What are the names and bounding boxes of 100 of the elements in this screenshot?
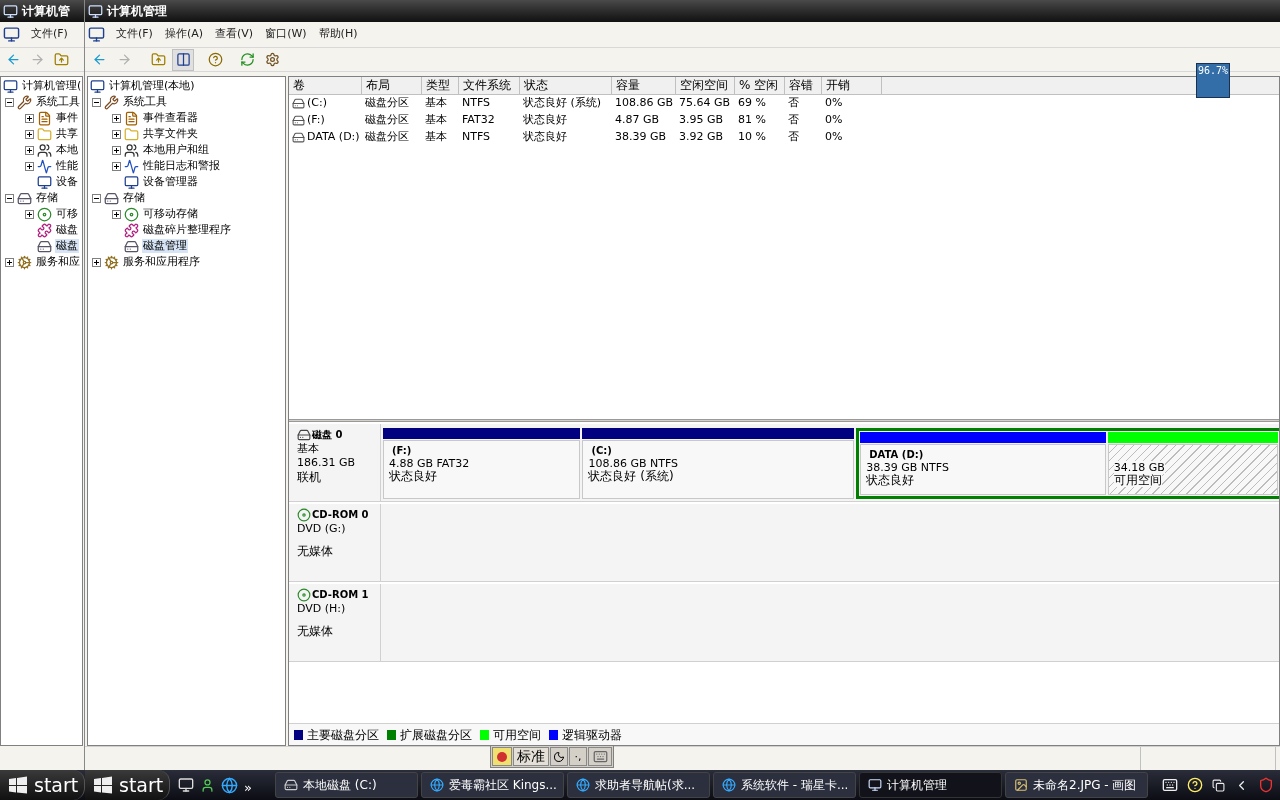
tree-toggle-icon[interactable] (172, 48, 194, 71)
tree-item[interactable]: 服务和应 (35, 255, 81, 269)
start-button[interactable]: start (0, 770, 85, 800)
partition-block[interactable]: DATA (D:) 38.39 GB NTFS 状态良好 (860, 444, 1106, 495)
tree-item[interactable]: 设备管理器 (142, 175, 199, 189)
extended-partition[interactable]: DATA (D:) 38.39 GB NTFS 状态良好 34.18 GB 可用空间 (856, 428, 1279, 499)
column-header[interactable]: 开销 (822, 77, 882, 94)
drive-icon (292, 114, 305, 127)
taskbar-button[interactable]: 系统软件 - 瑞星卡... (713, 772, 856, 798)
tree-item[interactable]: 事件 (55, 111, 79, 125)
table-cell: 0% (825, 129, 843, 146)
expand-toggle[interactable] (92, 193, 101, 203)
tree-item[interactable]: 计算机管理(本地) (108, 79, 196, 93)
tree-item[interactable]: 磁盘 (55, 239, 79, 253)
column-header[interactable]: 状态 (520, 77, 612, 94)
expand-toggle[interactable] (5, 193, 14, 203)
expand-toggle[interactable] (92, 97, 101, 107)
ime-mode-button[interactable]: 标准 (513, 747, 549, 766)
help-icon[interactable] (1187, 777, 1203, 793)
column-header[interactable]: 容错 (785, 77, 822, 94)
menu-item[interactable]: 查看(V) (210, 26, 259, 43)
column-header[interactable]: 布局 (362, 77, 422, 94)
menu-item[interactable]: 文件(F) (111, 26, 158, 43)
gear-icon (17, 254, 32, 270)
computer-icon (37, 174, 52, 190)
computer-icon (88, 26, 105, 43)
ime-logo-icon[interactable] (492, 747, 512, 766)
partition-block[interactable]: (C:) 108.86 GB NTFS 状态良好 (系统) (582, 440, 855, 499)
partition-block[interactable]: (F:) 4.88 GB FAT32 状态良好 (383, 440, 581, 499)
tree-item[interactable]: 设备 (55, 175, 79, 189)
person-icon[interactable] (200, 777, 215, 793)
tree-item[interactable]: 服务和应用程序 (122, 255, 201, 269)
table-cell: 3.95 GB (679, 112, 724, 129)
column-header[interactable]: 类型 (422, 77, 459, 94)
expand-toggle[interactable] (25, 113, 34, 123)
windows-logo-icon (93, 776, 113, 794)
start-button[interactable]: start (85, 770, 170, 800)
browser-icon (576, 778, 590, 792)
tree-item[interactable]: 磁盘管理 (142, 239, 188, 253)
column-header[interactable]: 空闲空间 (676, 77, 735, 94)
tree-item[interactable]: 系统工具 (122, 95, 168, 109)
expand-toggle[interactable] (25, 209, 34, 219)
column-header[interactable]: 卷 (289, 77, 362, 94)
menu-item[interactable]: 窗口(W) (260, 26, 312, 43)
browser-icon (722, 778, 736, 792)
expand-toggle[interactable] (25, 129, 34, 139)
tree-item[interactable]: 可移动存储 (142, 207, 199, 221)
column-header[interactable]: 文件系统 (459, 77, 520, 94)
expand-toggle[interactable] (112, 129, 121, 139)
taskbar-button[interactable]: 本地磁盘 (C:) (275, 772, 418, 798)
column-header[interactable]: % 空闲 (735, 77, 785, 94)
expand-toggle[interactable] (25, 161, 34, 171)
expand-toggle[interactable] (112, 145, 121, 155)
tree-item[interactable]: 磁盘 (55, 223, 79, 237)
legend-label: 主要磁盘分区 (307, 726, 379, 744)
tree-item[interactable]: 存储 (122, 191, 146, 205)
windows-logo-icon (8, 776, 28, 794)
taskbar-button[interactable]: 未命名2.JPG - 画图 (1005, 772, 1148, 798)
tree-item[interactable]: 系统工具 (35, 95, 81, 109)
tree-item[interactable]: 计算机管理( (21, 79, 82, 93)
expand-toggle[interactable] (112, 209, 121, 219)
table-cell: (F:) (307, 112, 325, 129)
disk-status: 无媒体 (297, 544, 333, 558)
partition-block[interactable]: 34.18 GB 可用空间 (1107, 444, 1278, 495)
expand-toggle[interactable] (5, 257, 14, 267)
keyboard-icon[interactable] (1162, 777, 1178, 793)
drive-icon (284, 778, 298, 792)
desktop-icon[interactable] (178, 777, 194, 793)
restore-icon[interactable] (1212, 778, 1225, 792)
expand-toggle[interactable] (112, 113, 121, 123)
tree-item[interactable]: 性能 (55, 159, 79, 173)
tree-item[interactable]: 磁盘碎片整理程序 (142, 223, 232, 237)
table-cell: 磁盘分区 (365, 95, 409, 112)
tree-item[interactable]: 性能日志和警报 (142, 159, 221, 173)
expand-toggle[interactable] (112, 161, 121, 171)
tree-item[interactable]: 本地用户和组 (142, 143, 210, 157)
tree-item[interactable]: 存储 (35, 191, 59, 205)
expand-toggle[interactable] (92, 257, 101, 267)
browser-icon[interactable] (221, 776, 238, 794)
expand-toggle[interactable] (5, 97, 14, 107)
tree-item[interactable]: 事件查看器 (142, 111, 199, 125)
tree-item[interactable]: 共享文件夹 (142, 127, 199, 141)
tree-item[interactable]: 可移 (55, 207, 79, 221)
tree-item[interactable]: 本地 (55, 143, 79, 157)
expand-toggle[interactable] (25, 145, 34, 155)
taskbar-button[interactable]: 爱毒霸社区 Kings... (421, 772, 564, 798)
menu-item[interactable]: 文件(F) (26, 26, 73, 43)
users-icon (124, 142, 139, 158)
column-header[interactable]: 容量 (612, 77, 676, 94)
punctuation-button[interactable]: ·, (569, 747, 587, 766)
taskbar-button[interactable]: 求助者导航帖(求... (567, 772, 710, 798)
taskbar-button[interactable]: 计算机管理 (859, 772, 1002, 798)
shield-icon[interactable] (1258, 777, 1274, 793)
tree-item[interactable]: 共享 (55, 127, 79, 141)
table-cell: NTFS (462, 129, 491, 146)
menu-item[interactable]: 操作(A) (159, 26, 209, 43)
more-button[interactable]: » (244, 780, 252, 794)
menu-item[interactable]: 帮助(H) (313, 26, 363, 43)
moon-icon[interactable] (553, 750, 565, 763)
folder-icon (124, 126, 139, 142)
